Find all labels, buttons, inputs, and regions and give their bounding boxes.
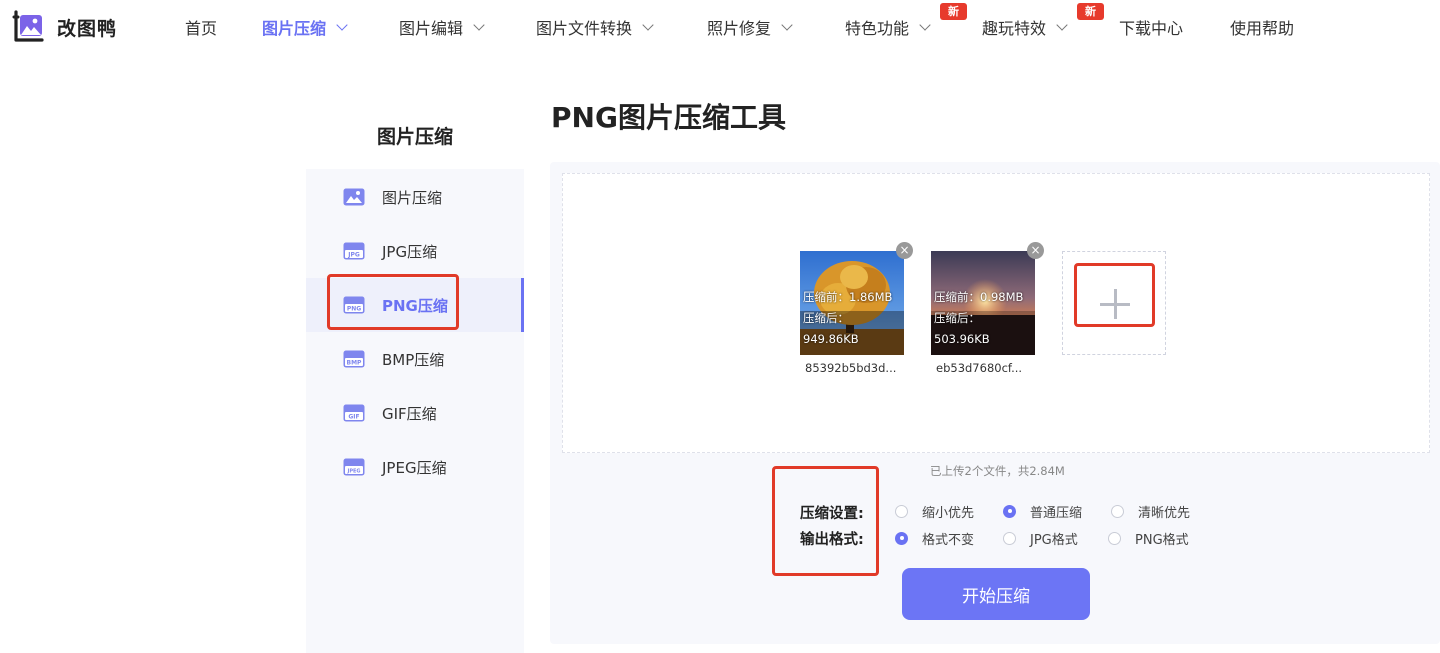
sidebar-item-image-compress[interactable]: 图片压缩: [306, 170, 524, 224]
bmp-file-icon: BMP: [343, 350, 365, 368]
radio-label: 缩小优先: [922, 505, 975, 521]
nav-fun-effects-label: 趣玩特效: [982, 19, 1047, 38]
radio-label: 清晰优先: [1138, 505, 1191, 521]
brand-logo[interactable]: 改图鸭: [12, 8, 117, 46]
file-name: eb53d7680cf...: [936, 361, 1023, 375]
file-type-label: JPEG: [346, 469, 360, 475]
sidebar: 图片压缩 JPG JPG压缩 PNG PNG压缩 BMP BMP压缩 GIF G…: [306, 169, 524, 653]
upload-summary: 已上传2个文件，共2.84M: [930, 464, 1065, 478]
nav-file-convert[interactable]: 图片文件转换: [536, 14, 654, 40]
nav-image-edit-label: 图片编辑: [399, 19, 464, 38]
file-thumbnail[interactable]: 压缩前：0.98MB 压缩后：503.96KB: [931, 251, 1035, 355]
file-size-info: 压缩前：1.86MB 压缩后：949.86KB: [800, 287, 904, 355]
nav-special-features-label: 特色功能: [845, 19, 910, 38]
file-name: 85392b5bd3d...: [805, 361, 897, 375]
sidebar-item-jpg-compress[interactable]: JPG JPG压缩: [306, 224, 524, 278]
radio-clarity-priority[interactable]: 清晰优先: [1111, 503, 1191, 521]
chevron-down-icon: [642, 18, 654, 31]
nav-image-edit[interactable]: 图片编辑: [399, 14, 485, 40]
top-navigation-bar: 改图鸭 首页 图片压缩 图片编辑 图片文件转换 照片修复 特色功能 新 趣玩特效…: [0, 0, 1440, 56]
output-format-label: 输出格式:: [800, 532, 864, 548]
nav-download-center[interactable]: 下载中心: [1119, 14, 1183, 40]
sidebar-item-bmp-compress[interactable]: BMP BMP压缩: [306, 332, 524, 386]
plus-icon-vertical: [1113, 289, 1117, 319]
radio-size-priority[interactable]: 缩小优先: [895, 503, 975, 521]
sidebar-item-label: GIF压缩: [382, 404, 437, 423]
remove-file-close-icon[interactable]: ×: [1027, 242, 1044, 259]
chevron-down-icon: [473, 18, 485, 31]
nav-help[interactable]: 使用帮助: [1230, 14, 1294, 40]
sidebar-item-png-compress[interactable]: PNG PNG压缩: [306, 278, 524, 332]
nav-image-compress[interactable]: 图片压缩: [262, 14, 348, 40]
nav-fun-effects[interactable]: 趣玩特效 新: [982, 3, 1104, 40]
radio-label: JPG格式: [1030, 532, 1078, 548]
duck-logo-icon: [12, 10, 46, 44]
sidebar-item-label: BMP压缩: [382, 350, 445, 369]
radio-button-icon: [1003, 531, 1016, 545]
radio-button-icon: [1108, 531, 1121, 545]
nav-file-convert-label: 图片文件转换: [536, 19, 633, 38]
size-before: 压缩前：1.86MB: [803, 290, 893, 304]
sidebar-item-label: PNG压缩: [382, 296, 448, 315]
nav-download-center-label: 下载中心: [1119, 19, 1184, 38]
nav-home[interactable]: 首页: [185, 14, 217, 40]
gif-file-icon: GIF: [343, 404, 365, 422]
radio-format-jpg[interactable]: JPG格式: [1003, 530, 1078, 548]
nav-home-label: 首页: [185, 19, 218, 38]
file-size-info: 压缩前：0.98MB 压缩后：503.96KB: [931, 287, 1035, 355]
radio-button-icon: [1003, 504, 1016, 518]
size-after: 压缩后：503.96KB: [934, 311, 990, 346]
radio-normal-compress[interactable]: 普通压缩: [1003, 503, 1083, 521]
sidebar-item-gif-compress[interactable]: GIF GIF压缩: [306, 386, 524, 440]
file-type-label: PNG: [347, 306, 361, 313]
nav-photo-repair[interactable]: 照片修复: [707, 14, 793, 40]
file-thumbnail[interactable]: 压缩前：1.86MB 压缩后：949.86KB: [800, 251, 904, 355]
radio-label: 普通压缩: [1030, 505, 1083, 521]
file-type-label: BMP: [347, 360, 363, 367]
image-icon: [343, 188, 365, 206]
add-file-button[interactable]: [1062, 251, 1166, 355]
nav-image-compress-label: 图片压缩: [262, 19, 327, 38]
chevron-down-icon: [781, 18, 793, 31]
file-type-label: JPG: [347, 252, 360, 259]
radio-button-icon: [1111, 504, 1124, 518]
nav-photo-repair-label: 照片修复: [707, 19, 772, 38]
chevron-down-icon: [336, 18, 348, 31]
brand-name: 改图鸭: [57, 17, 118, 40]
new-badge: 新: [940, 3, 967, 20]
chevron-down-icon: [1056, 18, 1068, 31]
radio-format-png[interactable]: PNG格式: [1108, 530, 1189, 548]
nav-help-label: 使用帮助: [1230, 19, 1295, 38]
new-badge: 新: [1077, 3, 1104, 20]
png-file-icon: PNG: [343, 296, 365, 314]
radio-button-icon: [895, 531, 908, 545]
remove-file-close-icon[interactable]: ×: [896, 242, 913, 259]
sidebar-item-label: 图片压缩: [382, 188, 443, 207]
compression-settings-label: 压缩设置:: [800, 506, 864, 522]
start-compress-button[interactable]: 开始压缩: [902, 568, 1090, 620]
sidebar-item-jpeg-compress[interactable]: JPEG JPEG压缩: [306, 440, 524, 494]
size-after: 压缩后：949.86KB: [803, 311, 859, 346]
sidebar-title: 图片压缩: [376, 126, 453, 148]
page-title: PNG图片压缩工具: [551, 101, 786, 134]
chevron-down-icon: [919, 18, 931, 31]
radio-button-icon: [895, 504, 908, 518]
jpeg-file-icon: JPEG: [343, 458, 365, 476]
size-before: 压缩前：0.98MB: [934, 290, 1024, 304]
jpg-file-icon: JPG: [343, 242, 365, 260]
radio-format-unchanged[interactable]: 格式不变: [895, 530, 975, 548]
sidebar-item-label: JPG压缩: [382, 242, 438, 261]
radio-label: 格式不变: [922, 532, 975, 548]
nav-special-features[interactable]: 特色功能 新: [845, 3, 967, 40]
file-type-label: GIF: [348, 414, 359, 421]
sidebar-item-label: JPEG压缩: [382, 458, 447, 477]
radio-label: PNG格式: [1135, 532, 1189, 548]
